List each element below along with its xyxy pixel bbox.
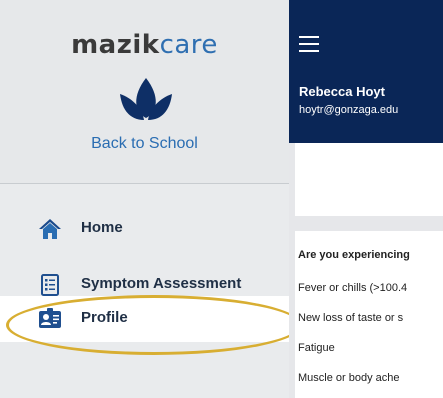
- id-card-icon: [39, 308, 61, 328]
- logo-text-care: care: [159, 30, 218, 60]
- question-title: Are you experiencing: [298, 249, 410, 261]
- sidebar: mazikcare Back to School Home Symptom As…: [0, 0, 289, 398]
- lotus-leaf-icon: [120, 78, 172, 120]
- sidebar-divider: [0, 183, 289, 184]
- brand-panel: mazikcare Back to School: [0, 0, 289, 183]
- user-name: Rebecca Hoyt: [299, 84, 385, 99]
- symptom-question-card: Are you experiencing Fever or chills (>1…: [295, 231, 443, 398]
- main-content: Are you experiencing Fever or chills (>1…: [289, 143, 443, 398]
- brand-logo: mazikcare: [0, 30, 289, 60]
- symptom-option[interactable]: New loss of taste or s: [298, 312, 403, 324]
- info-card: [295, 143, 443, 216]
- symptom-option[interactable]: Fever or chills (>100.4: [298, 282, 407, 294]
- sidebar-item-label: Home: [81, 219, 123, 236]
- sidebar-footer-space: [0, 342, 289, 398]
- symptom-option[interactable]: Fatigue: [298, 342, 335, 354]
- sidebar-item-profile[interactable]: Profile: [0, 296, 289, 342]
- sidebar-item-label: Symptom Assessment: [81, 275, 242, 292]
- symptom-option[interactable]: Muscle or body ache: [298, 372, 400, 384]
- brand-subtitle: Back to School: [91, 135, 198, 152]
- user-email: hoytr@gonzaga.edu: [299, 104, 399, 116]
- sidebar-item-label: Profile: [81, 309, 128, 326]
- logo-text-mazik: mazik: [71, 30, 160, 60]
- top-header: Rebecca Hoyt hoytr@gonzaga.edu: [289, 0, 443, 143]
- sidebar-item-home[interactable]: Home: [0, 206, 289, 252]
- clipboard-list-icon: [41, 274, 59, 296]
- home-icon: [39, 219, 61, 239]
- hamburger-menu-icon[interactable]: [299, 36, 319, 52]
